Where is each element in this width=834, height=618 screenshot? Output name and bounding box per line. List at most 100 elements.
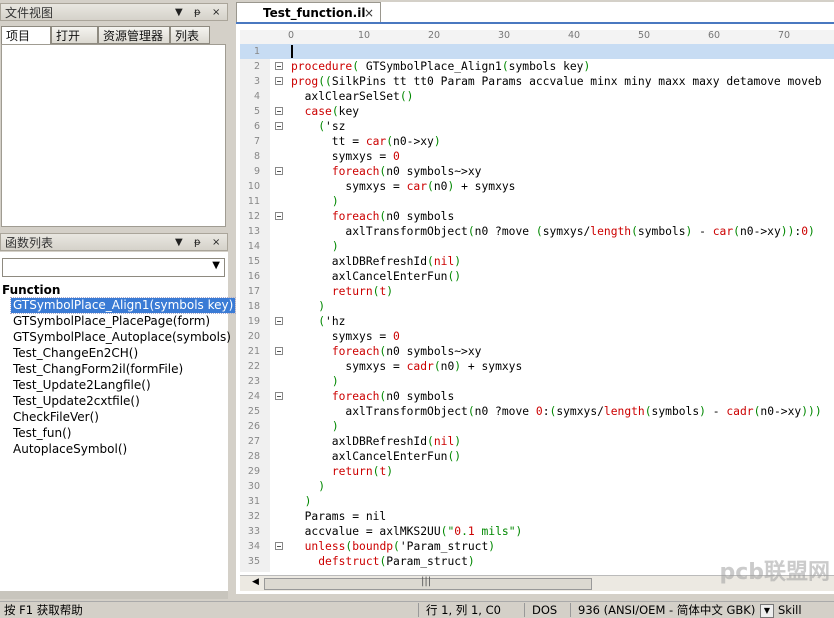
- fold-toggle-icon[interactable]: [275, 167, 283, 175]
- code-text: symxys = 0: [291, 330, 400, 343]
- code-line[interactable]: 8 symxys = 0: [240, 149, 834, 164]
- code-line[interactable]: 28 axlCancelEnterFun(): [240, 449, 834, 464]
- scroll-left-icon[interactable]: ◀: [252, 577, 259, 587]
- dropdown-icon[interactable]: ▼: [175, 234, 183, 252]
- fold-toggle-icon[interactable]: [275, 392, 283, 400]
- list-item[interactable]: GTSymbolPlace_Autoplace(symbols): [13, 330, 231, 345]
- code-line[interactable]: 34 unless(boundp('Param_struct): [240, 539, 834, 554]
- code-line[interactable]: 29 return(t): [240, 464, 834, 479]
- fold-toggle-icon[interactable]: [275, 317, 283, 325]
- code-line[interactable]: 7 tt = car(n0->xy): [240, 134, 834, 149]
- line-number: 10: [247, 181, 260, 192]
- code-line[interactable]: 32 Params = nil: [240, 509, 834, 524]
- code-line[interactable]: 3 prog((SilkPins tt tt0 Param Params accv…: [240, 74, 834, 89]
- code-line[interactable]: 19 ('hz: [240, 314, 834, 329]
- list-item[interactable]: Test_Update2cxtfile(): [13, 394, 140, 409]
- list-item[interactable]: GTSymbolPlace_PlacePage(form): [13, 314, 210, 329]
- code-line[interactable]: 5 case(key: [240, 104, 834, 119]
- code-line[interactable]: 13 axlTransformObject(n0 ?move (symxys/l…: [240, 224, 834, 239]
- code-line[interactable]: 2 procedure( GTSymbolPlace_Align1(symbols…: [240, 59, 834, 74]
- ruler-label: 40: [568, 30, 581, 41]
- code-line[interactable]: 23 ): [240, 374, 834, 389]
- ruler-label: 10: [358, 30, 371, 41]
- line-number: 5: [253, 106, 260, 117]
- status-help: 按 F1 获取帮助: [4, 603, 83, 617]
- list-item[interactable]: Test_fun(): [13, 426, 71, 441]
- code-line[interactable]: 33 accvalue = axlMKS2UU("0.1 mils"): [240, 524, 834, 539]
- code-line[interactable]: 31 ): [240, 494, 834, 509]
- list-item[interactable]: CheckFileVer(): [13, 410, 99, 425]
- status-encoding: 936 (ANSI/OEM - 简体中文 GBK): [578, 603, 756, 617]
- code-line[interactable]: 6 ('sz: [240, 119, 834, 134]
- code-line[interactable]: 9 foreach(n0 symbols~>xy: [240, 164, 834, 179]
- line-number: 27: [247, 436, 260, 447]
- tab-underline: [236, 22, 834, 24]
- tab-test-function[interactable]: Test_function.il ×: [236, 2, 381, 23]
- tab-list[interactable]: 列表: [170, 26, 210, 44]
- fold-toggle-icon[interactable]: [275, 212, 283, 220]
- code-text: unless(boundp('Param_struct): [304, 540, 496, 553]
- code-line[interactable]: 27 axlDBRefreshId(nil): [240, 434, 834, 449]
- list-item[interactable]: GTSymbolPlace_Align1(symbols key): [9, 297, 237, 314]
- pin-icon[interactable]: ᵽ: [194, 234, 201, 252]
- code-text: axlTransformObject(n0 ?move 0:(symxys/le…: [291, 405, 822, 418]
- list-item[interactable]: AutoplaceSymbol(): [13, 442, 127, 457]
- code-line[interactable]: 10 symxys = car(n0) + symxys: [240, 179, 834, 194]
- close-icon[interactable]: ×: [364, 3, 374, 23]
- code-text: return(t): [331, 285, 394, 298]
- code-text: procedure( GTSymbolPlace_Align1(symbols …: [291, 60, 591, 73]
- chevron-down-icon[interactable]: ▼: [760, 604, 774, 618]
- code-line[interactable]: 1: [240, 44, 834, 59]
- fold-toggle-icon[interactable]: [275, 122, 283, 130]
- fold-toggle-icon[interactable]: [275, 77, 283, 85]
- code-text: axlTransformObject(n0 ?move (symxys/leng…: [291, 225, 815, 238]
- code-line[interactable]: 17 return(t): [240, 284, 834, 299]
- tab-open[interactable]: 打开: [51, 26, 98, 44]
- status-eol: DOS: [532, 603, 558, 617]
- line-number: 3: [253, 76, 260, 87]
- code-text: ): [304, 495, 312, 508]
- file-view-title: 文件视图: [5, 6, 54, 20]
- code-text: ): [318, 480, 326, 493]
- code-line[interactable]: 26 ): [240, 419, 834, 434]
- code-line[interactable]: 12 foreach(n0 symbols: [240, 209, 834, 224]
- list-item[interactable]: Test_ChangeEn2CH(): [13, 346, 138, 361]
- code-line[interactable]: 16 axlCancelEnterFun(): [240, 269, 834, 284]
- func-panel-scrollbar[interactable]: [0, 591, 228, 599]
- line-number: 7: [253, 136, 260, 147]
- line-number: 28: [247, 451, 260, 462]
- line-number: 26: [247, 421, 260, 432]
- func-filter-combo[interactable]: ▼: [2, 258, 225, 277]
- code-line[interactable]: 15 axlDBRefreshId(nil): [240, 254, 834, 269]
- line-number: 24: [247, 391, 260, 402]
- pin-icon[interactable]: ᵽ: [194, 4, 201, 22]
- code-line[interactable]: 14 ): [240, 239, 834, 254]
- tab-explorer[interactable]: 资源管理器: [98, 26, 170, 44]
- code-line[interactable]: 24 foreach(n0 symbols: [240, 389, 834, 404]
- fold-toggle-icon[interactable]: [275, 347, 283, 355]
- close-icon[interactable]: ×: [212, 4, 220, 22]
- list-item[interactable]: Test_ChangForm2il(formFile): [13, 362, 183, 377]
- code-line[interactable]: 11 ): [240, 194, 834, 209]
- code-line[interactable]: 20 symxys = 0: [240, 329, 834, 344]
- dropdown-icon[interactable]: ▼: [175, 4, 183, 22]
- code-line[interactable]: 4 axlClearSelSet(): [240, 89, 834, 104]
- line-number: 19: [247, 316, 260, 327]
- close-icon[interactable]: ×: [212, 234, 220, 252]
- fold-toggle-icon[interactable]: [275, 62, 283, 70]
- code-text: axlClearSelSet(): [291, 90, 414, 103]
- line-number: 20: [247, 331, 260, 342]
- code-line[interactable]: 21 foreach(n0 symbols~>xy: [240, 344, 834, 359]
- chevron-down-icon[interactable]: ▼: [212, 260, 220, 271]
- code-line[interactable]: 25 axlTransformObject(n0 ?move 0:(symxys…: [240, 404, 834, 419]
- fold-toggle-icon[interactable]: [275, 542, 283, 550]
- code-line[interactable]: 18 ): [240, 299, 834, 314]
- line-number: 4: [253, 91, 260, 102]
- code-view[interactable]: 1 2 procedure( GTSymbolPlace_Align1(symbol…: [240, 44, 834, 572]
- list-item[interactable]: Test_Update2Langfile(): [13, 378, 151, 393]
- code-line[interactable]: 22 symxys = cadr(n0) + symxys: [240, 359, 834, 374]
- code-line[interactable]: 30 ): [240, 479, 834, 494]
- fold-toggle-icon[interactable]: [275, 107, 283, 115]
- scroll-thumb[interactable]: |||: [264, 576, 592, 590]
- tab-project[interactable]: 项目: [1, 26, 51, 45]
